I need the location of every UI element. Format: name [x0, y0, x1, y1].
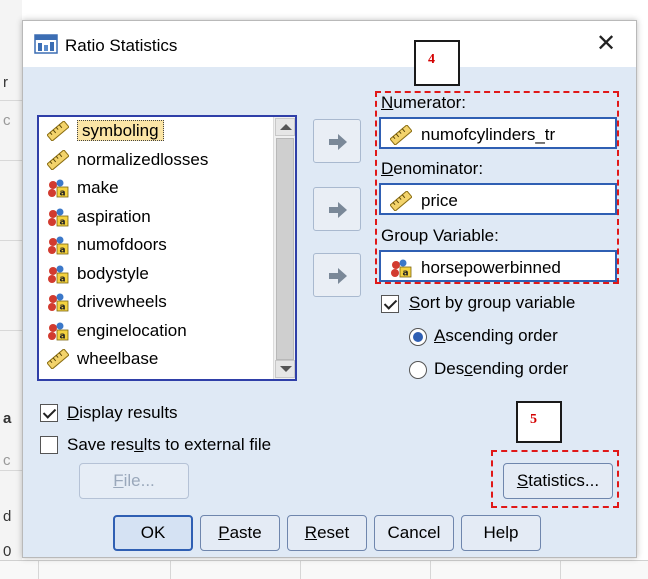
paste-button[interactable]: Paste: [200, 515, 280, 551]
annotation-number: 4: [428, 52, 435, 67]
variable-name: symboling: [77, 120, 164, 141]
variable-item-aspiration[interactable]: a aspiration: [39, 203, 273, 232]
variable-item-make[interactable]: a make: [39, 174, 273, 203]
annotation-number: 5: [530, 412, 537, 427]
annotation-step-4: 4: [414, 40, 460, 86]
annotation-highlight-fields: [375, 91, 619, 284]
variable-item-enginelocation[interactable]: a enginelocation: [39, 317, 273, 346]
annotation-step-5: 5: [516, 401, 562, 443]
svg-text:a: a: [60, 274, 66, 284]
variable-item-wheelbase[interactable]: wheelbase: [39, 345, 273, 374]
variable-name: aspiration: [77, 206, 151, 226]
bg-char: r: [3, 74, 8, 91]
dialog-title: Ratio Statistics: [65, 36, 178, 55]
sort-by-group-checkbox[interactable]: [381, 295, 399, 313]
move-to-numerator-button[interactable]: [313, 119, 361, 163]
save-results-checkbox[interactable]: [40, 436, 58, 454]
save-results-label: Save results to external file: [67, 435, 272, 454]
ascending-order-radio[interactable]: [409, 328, 427, 346]
right-arrow-icon: [329, 268, 347, 284]
nominal-variable-icon: a: [48, 236, 69, 256]
variable-name: bodystyle: [77, 263, 149, 283]
scroll-up-button[interactable]: [275, 118, 295, 136]
ruler-icon: [47, 149, 69, 170]
sort-by-group-label: Sort by group variable: [409, 293, 576, 312]
bg-char: c: [3, 452, 11, 469]
right-arrow-icon: [329, 134, 347, 150]
nominal-variable-icon: a: [48, 208, 69, 227]
ruler-icon: [47, 121, 69, 141]
spss-app-icon: [34, 34, 58, 54]
annotation-highlight-statistics: [491, 450, 619, 508]
svg-text:a: a: [60, 246, 66, 256]
variable-items: symboling normalizedlosses a make a aspiratio…: [39, 117, 273, 374]
nominal-variable-icon: a: [48, 322, 69, 341]
variable-name: numofdoors: [77, 235, 167, 254]
scroll-down-button[interactable]: [275, 360, 295, 378]
descending-order-label: Descending order: [434, 359, 569, 378]
move-to-denominator-button[interactable]: [313, 187, 361, 231]
variable-item-numofdoors[interactable]: a numofdoors: [39, 231, 273, 260]
variable-name: enginelocation: [77, 320, 187, 340]
title-bar: Ratio Statistics ✕: [23, 21, 636, 67]
variable-name: wheelbase: [77, 349, 159, 368]
move-to-group-button[interactable]: [313, 253, 361, 297]
variable-item-drivewheels[interactable]: a drivewheels: [39, 288, 273, 317]
close-button[interactable]: ✕: [591, 31, 621, 59]
svg-text:a: a: [60, 217, 66, 227]
nominal-variable-icon: a: [48, 293, 69, 313]
ascending-order-label: Ascending order: [434, 326, 558, 345]
display-results-checkbox[interactable]: [40, 404, 58, 422]
display-results-label: Display results: [67, 403, 178, 422]
background-grid-row: [0, 560, 648, 579]
file-button[interactable]: File...: [79, 463, 189, 499]
ruler-icon: [47, 349, 69, 369]
variable-item-normalizedlosses[interactable]: normalizedlosses: [39, 146, 273, 175]
svg-text:a: a: [60, 189, 66, 199]
close-icon: ✕: [595, 30, 617, 57]
variable-name: make: [77, 178, 119, 197]
descending-order-radio[interactable]: [409, 361, 427, 379]
variable-name: normalizedlosses: [77, 149, 209, 169]
variable-item-symboling[interactable]: symboling: [39, 117, 273, 146]
scroll-thumb[interactable]: [276, 138, 294, 360]
help-button[interactable]: Help: [461, 515, 541, 551]
svg-text:a: a: [60, 303, 66, 313]
cancel-button[interactable]: Cancel: [374, 515, 454, 551]
reset-button[interactable]: Reset: [287, 515, 367, 551]
source-variable-list[interactable]: symboling normalizedlosses a make a aspiratio…: [37, 115, 297, 381]
right-arrow-icon: [329, 202, 347, 218]
bg-char: 0: [3, 543, 12, 560]
bg-char: a: [3, 410, 12, 427]
variable-list-scrollbar[interactable]: [273, 117, 295, 379]
variable-item-bodystyle[interactable]: a bodystyle: [39, 260, 273, 289]
bg-char: d: [3, 508, 12, 525]
ok-button[interactable]: OK: [113, 515, 193, 551]
background-row-header: r c a c d 0: [0, 0, 22, 579]
nominal-variable-icon: a: [48, 265, 69, 284]
svg-text:a: a: [60, 331, 66, 341]
variable-name: drivewheels: [77, 292, 167, 311]
nominal-variable-icon: a: [48, 179, 69, 199]
bg-char: c: [3, 112, 11, 129]
